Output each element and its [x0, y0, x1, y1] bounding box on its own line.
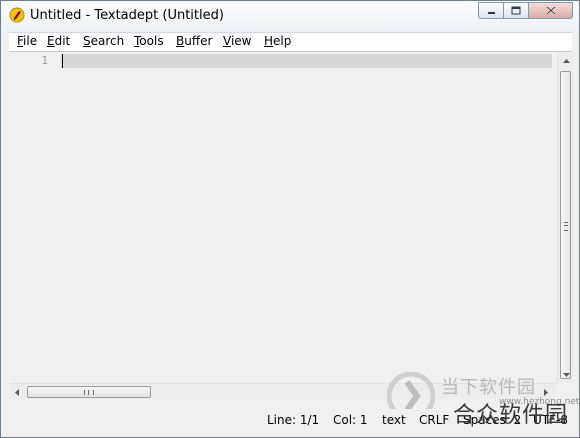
- current-line-highlight: [61, 54, 552, 68]
- scroll-left-button[interactable]: [11, 385, 23, 399]
- menu-buffer-mnemonic: B: [176, 34, 185, 48]
- editor-pane[interactable]: 1: [9, 51, 573, 399]
- text-caret: [62, 54, 63, 68]
- vertical-grip-icon: [564, 222, 568, 231]
- arrow-down-icon: [562, 373, 570, 377]
- watermark-text: 当下软件园: [441, 377, 536, 398]
- close-button[interactable]: [529, 2, 573, 19]
- menu-view-mnemonic: V: [223, 34, 231, 48]
- menu-help[interactable]: Help: [264, 34, 291, 48]
- menu-search-label: earch: [90, 34, 125, 48]
- window-controls: [478, 2, 573, 20]
- status-column: Col: 1: [333, 413, 368, 427]
- minimize-button[interactable]: [478, 2, 504, 19]
- menu-edit-label: dit: [54, 34, 71, 48]
- scroll-up-button[interactable]: [560, 54, 572, 68]
- menu-search-mnemonic: S: [83, 34, 91, 48]
- menu-help-label: elp: [273, 34, 292, 48]
- menu-buffer-label: uffer: [184, 34, 213, 48]
- horizontal-scroll-thumb[interactable]: [27, 386, 151, 398]
- window-title: Untitled - Textadept (Untitled): [30, 8, 224, 23]
- horizontal-grip-icon: [84, 389, 94, 395]
- app-window: Untitled - Textadept (Untitled) File Edi…: [0, 0, 580, 438]
- menu-tools-label: ools: [139, 34, 164, 48]
- status-lexer: text: [382, 413, 406, 427]
- line-number-gutter[interactable]: 1: [9, 52, 57, 398]
- vertical-scrollbar[interactable]: [557, 53, 573, 383]
- close-icon: [545, 6, 556, 15]
- textadept-pen-icon: [9, 7, 25, 23]
- vertical-scroll-thumb[interactable]: [560, 71, 571, 379]
- menu-view[interactable]: View: [223, 34, 251, 48]
- menu-bar: File Edit Search Tools Buffer View Help: [9, 32, 572, 52]
- maximize-icon: [511, 6, 521, 15]
- menu-search[interactable]: Search: [83, 34, 124, 48]
- menu-buffer[interactable]: Buffer: [176, 34, 212, 48]
- title-bar[interactable]: Untitled - Textadept (Untitled): [1, 1, 579, 31]
- minimize-icon: [487, 11, 495, 14]
- arrow-left-icon: [15, 388, 19, 396]
- menu-edit-mnemonic: E: [47, 34, 55, 48]
- watermark-text-secondary: 合众软件园: [453, 403, 569, 428]
- menu-help-mnemonic: H: [264, 34, 274, 48]
- status-line: Line: 1/1: [267, 413, 320, 427]
- menu-view-label: iew: [230, 34, 252, 48]
- menu-edit[interactable]: Edit: [47, 34, 70, 48]
- status-eol: CRLF: [419, 413, 450, 427]
- menu-tools[interactable]: Tools: [134, 34, 164, 48]
- menu-file[interactable]: File: [17, 34, 37, 48]
- menu-file-label: ile: [23, 34, 38, 48]
- maximize-button[interactable]: [504, 2, 529, 19]
- scroll-down-button[interactable]: [560, 368, 572, 382]
- line-number: 1: [41, 54, 48, 67]
- arrow-up-icon: [562, 59, 570, 63]
- arrow-right-icon: [544, 388, 548, 396]
